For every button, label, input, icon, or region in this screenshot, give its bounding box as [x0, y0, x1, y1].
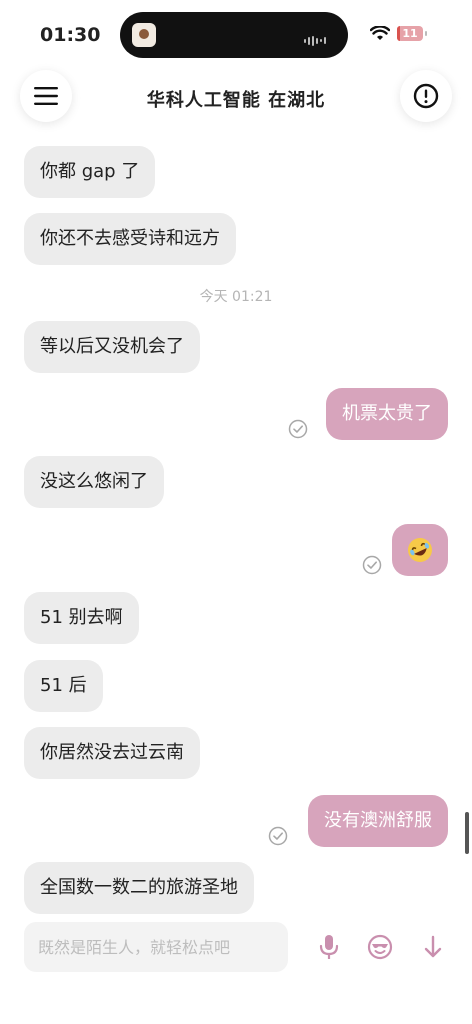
message-bubble-incoming[interactable]: 你居然没去过云南	[24, 727, 200, 779]
report-button[interactable]	[400, 70, 452, 122]
audio-waveform-icon	[304, 30, 330, 46]
message-bubble-incoming[interactable]: 你还不去感受诗和远方	[24, 213, 236, 265]
read-check-icon	[268, 826, 288, 846]
read-check-icon	[288, 419, 308, 439]
message-bubble-outgoing[interactable]	[392, 524, 448, 576]
message-input-container[interactable]	[24, 922, 292, 972]
battery-level	[397, 26, 400, 41]
microphone-icon	[319, 935, 339, 959]
message-bubble-incoming[interactable]: 51 后	[24, 660, 103, 712]
arrow-down-icon	[424, 935, 442, 958]
battery-percent: 11	[402, 27, 418, 40]
status-bar: 01:30 11	[0, 0, 472, 70]
message-bubble-outgoing[interactable]: 没有澳洲舒服	[308, 795, 448, 847]
alert-circle-icon	[413, 83, 439, 109]
rolling-on-floor-laughing-emoji	[408, 538, 432, 562]
message-bubble-outgoing[interactable]: 机票太贵了	[326, 388, 448, 440]
dynamic-island[interactable]	[120, 12, 348, 58]
cool-face-icon	[367, 934, 393, 960]
scroll-to-bottom-button[interactable]	[416, 930, 450, 964]
message-bubble-incoming[interactable]: 等以后又没机会了	[24, 321, 200, 373]
message-bubble-incoming[interactable]: 51 别去啊	[24, 592, 139, 644]
voice-button[interactable]	[312, 930, 346, 964]
emoji-button[interactable]	[363, 930, 397, 964]
message-bubble-incoming[interactable]: 没这么悠闲了	[24, 456, 164, 508]
battery-icon: 11	[397, 26, 427, 41]
now-playing-thumbnail	[132, 23, 156, 47]
status-time: 01:30	[40, 24, 101, 46]
message-bubble-incoming[interactable]: 全国数一数二的旅游圣地	[24, 862, 254, 914]
wifi-icon	[370, 26, 390, 40]
read-check-icon	[362, 555, 382, 575]
message-bubble-incoming[interactable]: 你都 gap 了	[24, 146, 156, 198]
message-input[interactable]	[24, 922, 292, 972]
scrollbar[interactable]	[465, 812, 469, 854]
message-timestamp: 今天 01:21	[199, 289, 273, 305]
